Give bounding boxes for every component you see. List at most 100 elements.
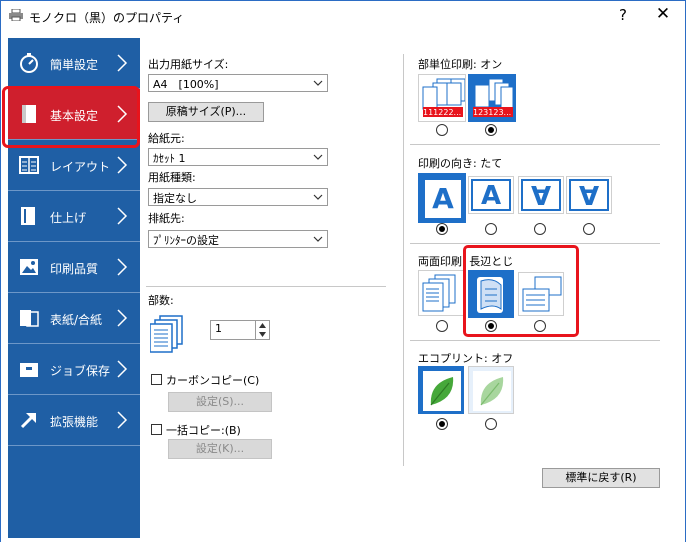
chevron-down-icon	[313, 80, 323, 86]
duplex-long-edge-option[interactable]	[468, 270, 514, 318]
duplex-off-option[interactable]	[418, 270, 464, 316]
copies-spinner[interactable]: 1	[210, 320, 270, 340]
storage-box-icon	[20, 363, 38, 377]
batch-copy-settings-button[interactable]: 設定(K)...	[168, 439, 272, 459]
collate-off-text: 111222...	[423, 108, 462, 117]
finishing-icon	[21, 207, 35, 225]
copies-value: 1	[215, 322, 222, 335]
orientation-landscape-option[interactable]: A	[468, 176, 514, 214]
output-size-label: 出力用紙サイズ:	[148, 58, 229, 71]
orientation-portrait-rotated-option[interactable]: A	[518, 176, 564, 214]
batch-copy-label: 一括コピー:(B)	[166, 424, 241, 437]
paper-source-select[interactable]: ｶｾｯﾄ 1	[148, 148, 328, 166]
ecoprint-off-option[interactable]	[418, 366, 464, 414]
arrow-up-right-icon	[20, 413, 36, 429]
orientation-label: 印刷の向き: たて	[418, 157, 503, 170]
help-button[interactable]: ?	[613, 6, 633, 24]
sidebar-item-label: 拡張機能	[50, 415, 99, 429]
collate-on-radio[interactable]	[485, 124, 497, 136]
chevron-right-icon	[117, 54, 128, 72]
chevron-down-icon	[313, 194, 323, 200]
ecoprint-off-radio[interactable]	[436, 418, 448, 430]
printer-icon	[9, 9, 23, 21]
sidebar-item-basic[interactable]: 基本設定	[8, 89, 140, 140]
layout-icon	[19, 156, 39, 174]
sidebar-item-label: 仕上げ	[50, 211, 87, 225]
ecoprint-on-option[interactable]	[468, 366, 514, 414]
original-size-button[interactable]: 原稿サイズ(P)...	[148, 102, 264, 122]
collate-on-option[interactable]: 123123...	[468, 74, 516, 122]
sidebar-item-advanced[interactable]: 拡張機能	[8, 395, 140, 446]
copies-label: 部数:	[148, 294, 174, 307]
window-title: モノクロ（黒）のプロパティ	[29, 11, 185, 25]
chevron-down-icon	[313, 154, 323, 160]
orientation-portrait-option[interactable]: A	[418, 173, 466, 223]
duplex-short-edge-option[interactable]	[518, 272, 564, 316]
output-size-value: A4 [100%]	[153, 78, 219, 91]
title-bar: モノクロ（黒）のプロパティ ? ✕	[0, 0, 686, 30]
sidebar-item-label: 簡単設定	[50, 58, 99, 72]
sidebar-item-cover[interactable]: 表紙/合紙	[8, 293, 140, 344]
duplex-long-edge-icon	[477, 277, 503, 313]
sidebar-item-job-storage[interactable]: ジョブ保存	[8, 344, 140, 395]
collate-off-radio[interactable]	[436, 124, 448, 136]
portrait-rotated-glyph: A	[521, 179, 561, 211]
reset-defaults-button[interactable]: 標準に戻す(R)	[542, 468, 660, 488]
sidebar-item-quality[interactable]: 印刷品質	[8, 242, 140, 293]
collate-label: 部単位印刷: オン	[418, 58, 503, 71]
orientation-landscape-rotated-option[interactable]: A	[566, 176, 612, 214]
landscape-glyph: A	[471, 179, 511, 211]
orientation-portrait-radio[interactable]	[436, 223, 448, 235]
collate-on-text: 123123...	[473, 108, 512, 117]
sidebar-item-finishing[interactable]: 仕上げ	[8, 191, 140, 242]
orientation-landscape-radio[interactable]	[485, 223, 497, 235]
image-icon	[20, 259, 38, 275]
media-type-label: 用紙種類:	[148, 171, 196, 184]
media-type-select[interactable]: 指定なし	[148, 188, 328, 206]
chevron-right-icon	[117, 360, 128, 378]
spinner-buttons	[255, 321, 269, 339]
ecoprint-on-radio[interactable]	[485, 418, 497, 430]
media-type-value: 指定なし	[153, 192, 197, 205]
orientation-portrait-rotated-radio[interactable]	[534, 223, 546, 235]
duplex-short-edge-radio[interactable]	[534, 320, 546, 332]
paper-source-label: 給紙元:	[148, 132, 185, 145]
column-separator	[403, 54, 404, 466]
output-dest-select[interactable]: ﾌﾟﾘﾝﾀｰの設定	[148, 230, 328, 248]
batch-copy-checkbox[interactable]	[151, 424, 162, 435]
orientation-landscape-rotated-radio[interactable]	[583, 223, 595, 235]
carbon-copy-settings-button[interactable]: 設定(S)...	[168, 392, 272, 412]
sidebar-item-quick-setup[interactable]: 簡単設定	[8, 38, 140, 89]
sidebar-item-label: 印刷品質	[50, 262, 99, 276]
chevron-right-icon	[117, 156, 128, 174]
spinner-down-icon[interactable]	[258, 331, 267, 338]
output-dest-label: 排紙先:	[148, 212, 185, 225]
collate-off-option[interactable]: 111222...	[418, 74, 466, 122]
paper-source-value: ｶｾｯﾄ 1	[153, 152, 186, 165]
sidebar-item-label: 基本設定	[50, 109, 99, 123]
portrait-glyph: A	[423, 178, 463, 220]
chevron-right-icon	[117, 258, 128, 276]
carbon-copy-label: カーボンコピー(C)	[166, 374, 260, 387]
page-icon	[22, 105, 36, 123]
duplex-label: 両面印刷: 長辺とじ	[418, 255, 514, 268]
duplex-long-edge-radio[interactable]	[485, 320, 497, 332]
output-dest-value: ﾌﾟﾘﾝﾀｰの設定	[153, 234, 219, 247]
separator	[410, 340, 660, 341]
separator	[410, 243, 660, 244]
sidebar-item-layout[interactable]: レイアウト	[8, 140, 140, 191]
stopwatch-icon	[20, 53, 38, 73]
carbon-copy-checkbox[interactable]	[151, 374, 162, 385]
ecoprint-label: エコプリント: オフ	[418, 352, 514, 365]
copies-stack-icon	[150, 315, 183, 353]
close-button[interactable]: ✕	[653, 4, 673, 24]
sidebar-item-label: レイアウト	[50, 160, 111, 174]
sidebar-item-label: ジョブ保存	[50, 364, 111, 378]
duplex-off-radio[interactable]	[436, 320, 448, 332]
chevron-right-icon	[117, 411, 128, 429]
cover-icon	[20, 310, 39, 327]
sidebar-item-label: 表紙/合紙	[50, 313, 103, 327]
chevron-right-icon	[117, 105, 128, 123]
spinner-up-icon[interactable]	[258, 322, 267, 329]
output-size-select[interactable]: A4 [100%]	[148, 74, 328, 92]
